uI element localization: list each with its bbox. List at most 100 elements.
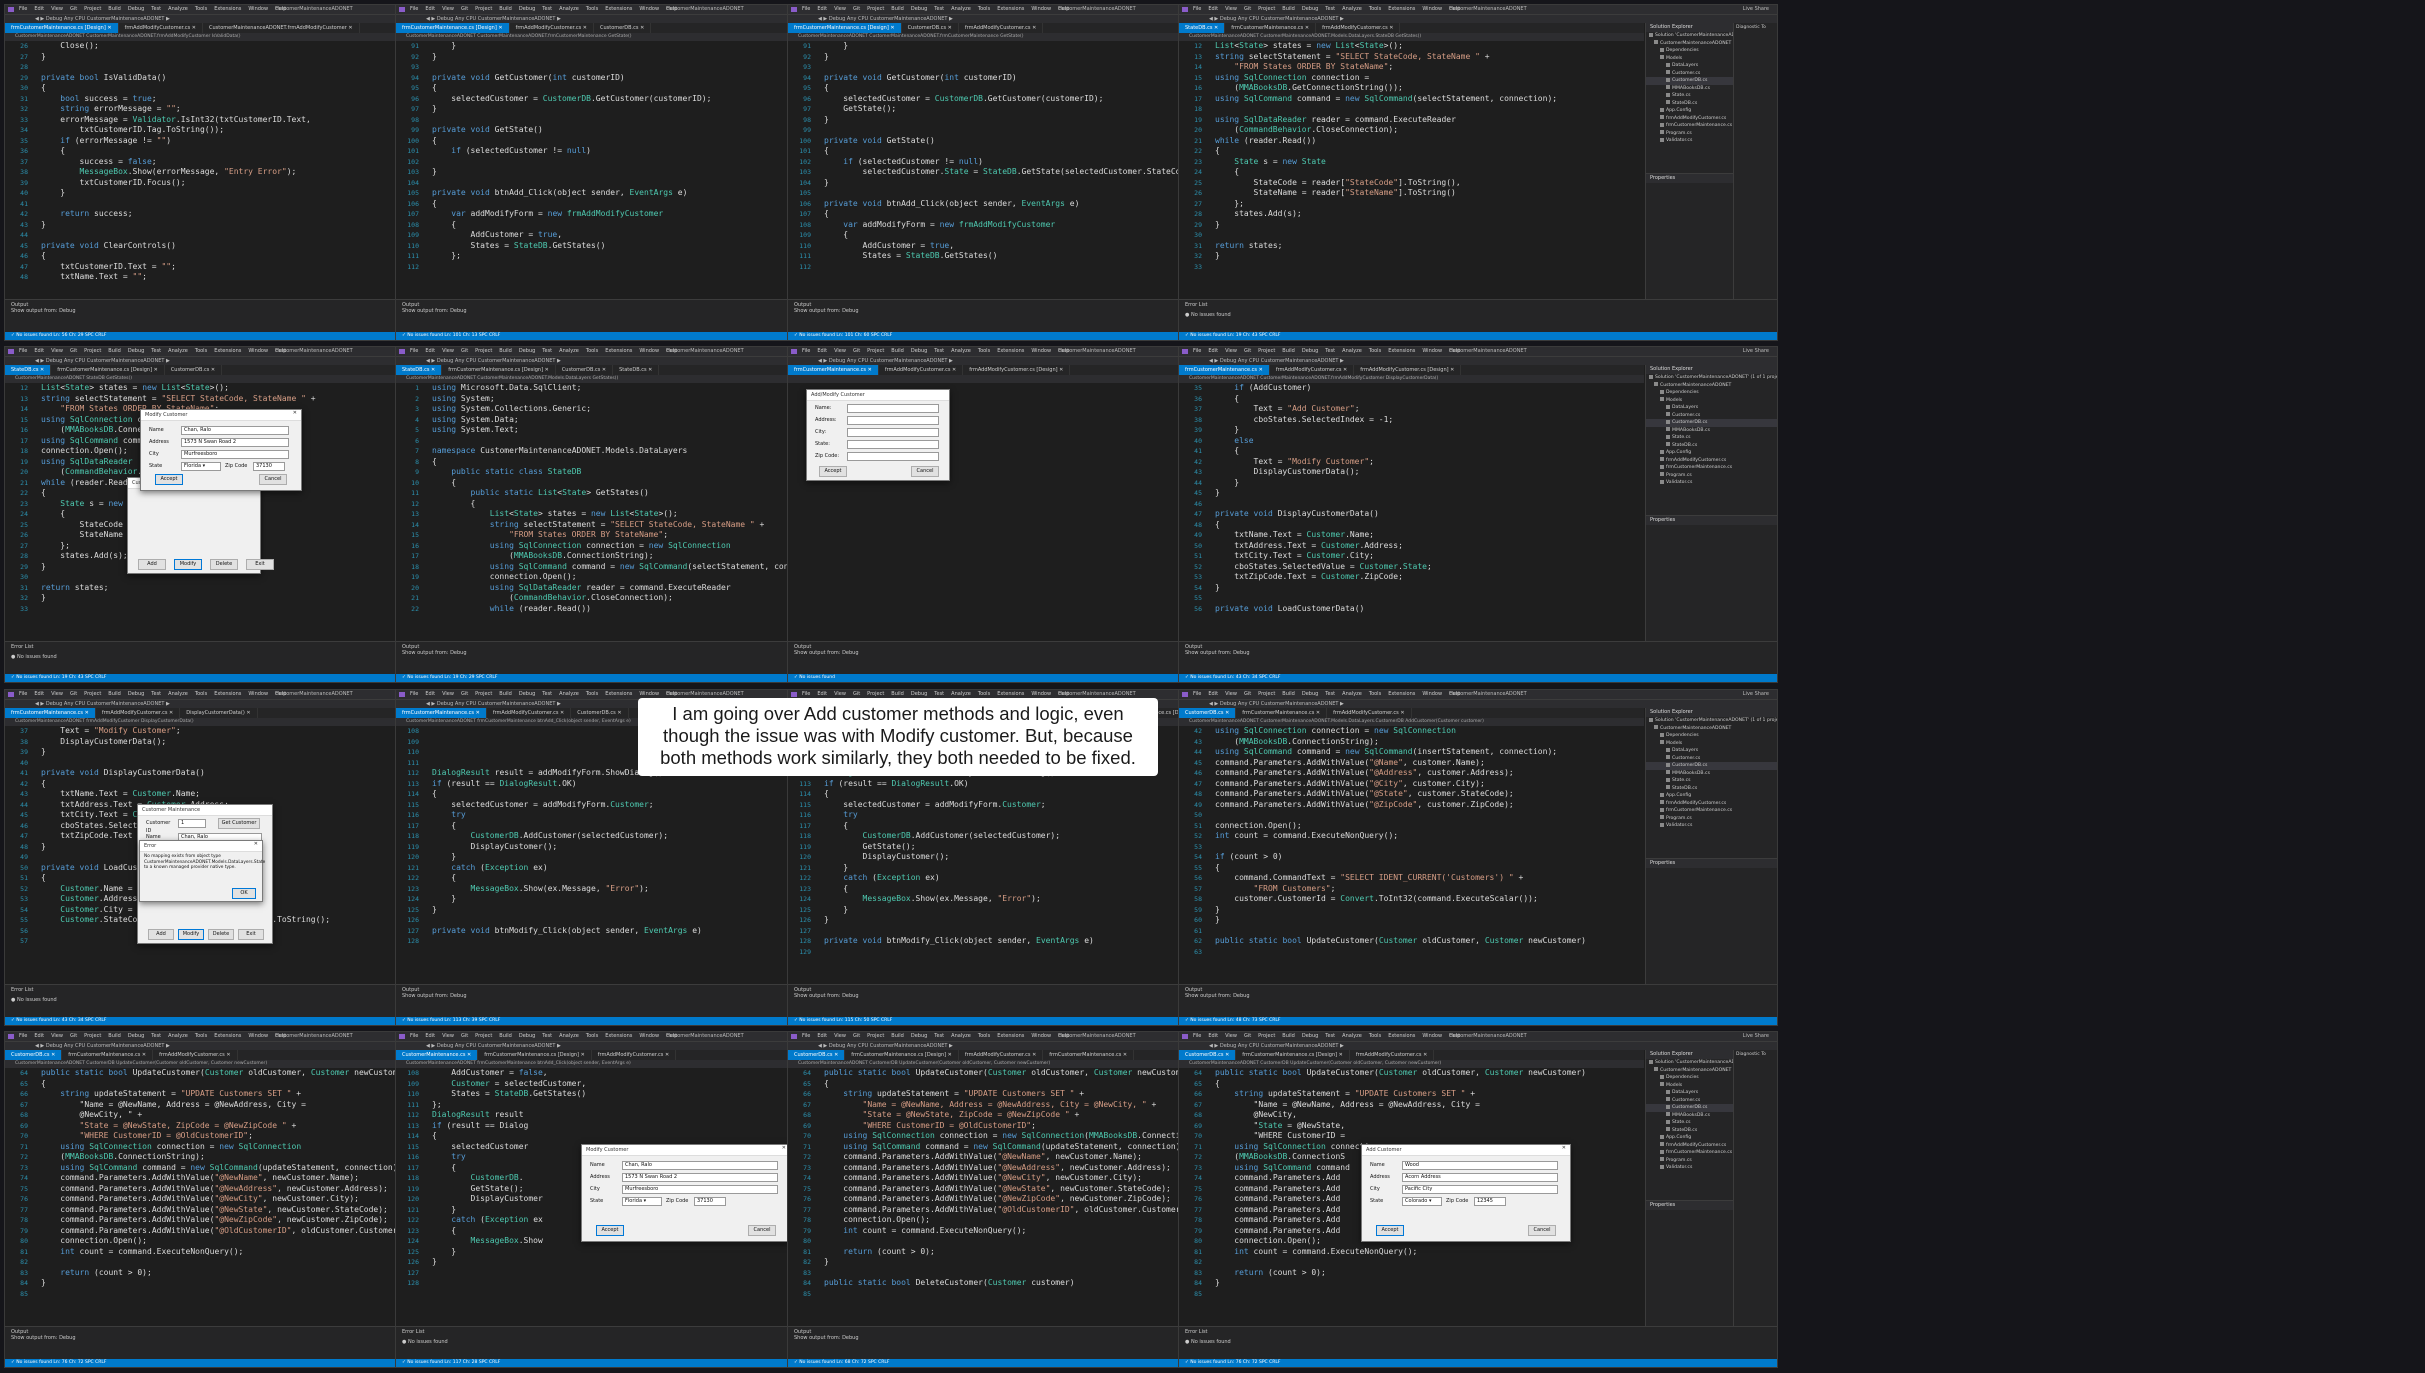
menu-item-build[interactable]: Build [891,691,904,697]
menu-item-edit[interactable]: Edit [34,1033,44,1039]
code-line[interactable]: { [1215,863,1644,874]
code-line[interactable]: command.CommandText = "SELECT IDENT_CURR… [1215,873,1644,884]
menu-item-debug[interactable]: Debug [519,1033,535,1039]
code-line[interactable] [1215,262,1644,273]
menu-item-debug[interactable]: Debug [911,6,927,12]
solution-item[interactable]: StateDB.cs [1646,785,1777,793]
menu-item-file[interactable]: File [802,6,810,12]
code-line[interactable]: private void DisplayCustomerData() [1215,509,1644,520]
menu-item-test[interactable]: Test [934,691,944,697]
menu-item-project[interactable]: Project [1258,691,1275,697]
zip-field[interactable]: 37130 [253,462,285,471]
menu-item-edit[interactable]: Edit [817,691,827,697]
document-tab[interactable]: CustomerDB.cs ✕ [165,365,223,375]
menu-item-extensions[interactable]: Extensions [997,348,1024,354]
menu-item-window[interactable]: Window [1422,1033,1442,1039]
menu-item-view[interactable]: View [51,348,63,354]
code-line[interactable] [1215,104,1644,115]
menu-item-project[interactable]: Project [475,691,492,697]
document-tab[interactable]: CustomerDB.cs ✕ [902,23,959,33]
menu-item-window[interactable]: Window [1031,6,1051,12]
document-tab[interactable]: frmCustomerMaintenance.cs ✕ [396,708,487,718]
menu-item-window[interactable]: Window [1422,348,1442,354]
code-line[interactable]: } [1215,220,1644,231]
document-tab[interactable]: frmAddModifyCustomer.cs ✕ [153,1050,238,1060]
ok-button[interactable]: OK [232,888,256,899]
code-line[interactable]: txtName.Text = Customer.Name; [1215,530,1644,541]
document-tab[interactable]: frmCustomerMaintenance.cs ✕ [1236,708,1328,718]
solution-item[interactable]: frmAddModifyCustomer.cs [1646,457,1777,465]
code-line[interactable]: string updateStatement = "UPDATE Custome… [1215,1089,1644,1100]
menu-item-debug[interactable]: Debug [911,348,927,354]
document-tab[interactable]: frmCustomerMaintenance.cs [Design] ✕ [1236,1050,1350,1060]
menu-item-project[interactable]: Project [867,348,884,354]
menu-item-view[interactable]: View [442,348,454,354]
modify-button[interactable]: Modify [178,929,204,940]
menu-item-analyze[interactable]: Analyze [1342,6,1362,12]
menu-item-window[interactable]: Window [248,6,268,12]
menu-item-test[interactable]: Test [1325,6,1335,12]
menu-item-debug[interactable]: Debug [519,6,535,12]
menu-item-view[interactable]: View [442,691,454,697]
code-line[interactable] [1215,499,1644,510]
menu-item-window[interactable]: Window [639,691,659,697]
solution-item[interactable]: frmAddModifyCustomer.cs [1646,800,1777,808]
form-designer-surface[interactable]: Add/Modify Customer Name: Address: City: Sta… [806,389,950,481]
code-line[interactable]: "WHERE CustomerID = [1215,1131,1644,1142]
document-tab[interactable]: CustomerMaintenanceADONET.frmAddModifyCu… [203,23,360,33]
code-line[interactable]: public static bool UpdateCustomer(Custom… [1215,1068,1644,1079]
menu-item-edit[interactable]: Edit [34,6,44,12]
document-tab[interactable]: StateDB.cs ✕ [1179,23,1226,33]
menu-item-test[interactable]: Test [151,691,161,697]
zip-field[interactable]: 12345 [1474,1197,1506,1206]
solution-item[interactable]: Customer.cs [1646,412,1777,420]
address-field[interactable]: 1573 N Swan Road 2 [622,1173,778,1182]
code-line[interactable]: "FROM States ORDER BY StateName"; [1215,62,1644,73]
menu-item-git[interactable]: Git [461,691,468,697]
menu-item-project[interactable]: Project [84,691,101,697]
menu-item-analyze[interactable]: Analyze [168,691,188,697]
menu-item-analyze[interactable]: Analyze [559,6,579,12]
solution-item[interactable]: App.Config [1646,792,1777,800]
document-tab[interactable]: frmAddModifyCustomer.cs ✕ [510,23,594,33]
code-line[interactable]: return states; [1215,241,1644,252]
solution-item[interactable]: State.cs [1646,434,1777,442]
code-line[interactable]: DisplayCustomerData(); [1215,467,1644,478]
designer-field[interactable] [847,440,939,449]
solution-item[interactable]: DataLayers [1646,747,1777,755]
code-line[interactable]: else [1215,436,1644,447]
code-line[interactable] [1215,810,1644,821]
code-text[interactable]: using SqlConnection connection = new Sql… [1215,726,1644,984]
code-line[interactable]: "State = @NewState, [1215,1121,1644,1132]
cancel-button[interactable]: Cancel [748,1225,776,1236]
menu-item-debug[interactable]: Debug [1302,1033,1318,1039]
state-dropdown[interactable]: Florida ▾ [622,1197,662,1206]
menu-item-debug[interactable]: Debug [911,691,927,697]
document-tab[interactable]: frmCustomerMaintenance.cs ✕ [62,1050,154,1060]
menu-item-edit[interactable]: Edit [1208,6,1218,12]
menu-item-tools[interactable]: Tools [195,691,207,697]
menu-item-file[interactable]: File [19,348,27,354]
name-field[interactable]: Chan, Ralo [181,426,289,435]
code-line[interactable]: if (count > 0) [1215,852,1644,863]
close-icon[interactable]: ✕ [782,1145,786,1151]
menu-item-debug[interactable]: Debug [519,348,535,354]
cancel-button[interactable]: Cancel [1528,1225,1556,1236]
solution-item[interactable]: Solution 'CustomerMaintenanceADONET' (1 … [1646,374,1777,382]
add-button[interactable]: Add [148,929,174,940]
live-share-button[interactable]: Live Share [1743,5,1769,14]
menu-item-file[interactable]: File [1193,691,1201,697]
menu-item-window[interactable]: Window [639,1033,659,1039]
code-line[interactable] [1215,593,1644,604]
menu-item-tools[interactable]: Tools [586,1033,598,1039]
accept-button[interactable]: Accept [819,466,847,477]
document-tab[interactable]: CustomerDB.cs ✕ [571,708,629,718]
code-line[interactable]: private void LoadCustomerData() [1215,604,1644,615]
menu-item-extensions[interactable]: Extensions [997,691,1024,697]
accept-button[interactable]: Accept [155,474,183,485]
menu-item-tools[interactable]: Tools [978,1033,990,1039]
menu-item-file[interactable]: File [802,691,810,697]
document-tab[interactable]: frmCustomerMaintenance.cs ✕ [1225,23,1317,33]
solution-item[interactable]: StateDB.cs [1646,442,1777,450]
menu-item-extensions[interactable]: Extensions [214,1033,241,1039]
